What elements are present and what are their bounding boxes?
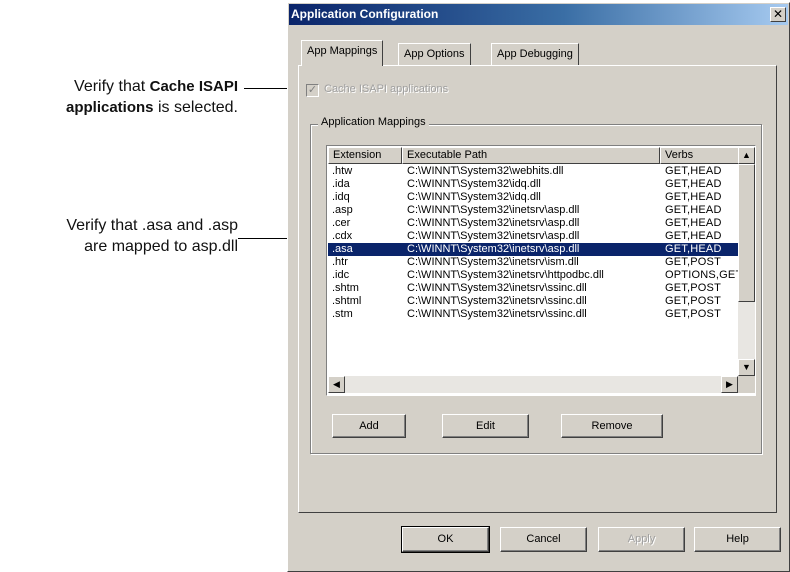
dialog-title: Application Configuration	[291, 7, 439, 21]
table-row[interactable]: .htw C:\WINNT\System32\webhits.dll GET,HEA…	[328, 165, 738, 178]
cell-ext: .shtml	[332, 295, 362, 307]
cell-verbs: GET,POST	[665, 295, 721, 307]
add-button[interactable]: Add	[332, 414, 406, 438]
table-row[interactable]: .cer C:\WINNT\System32\inetsrv\asp.dll GET…	[328, 217, 738, 230]
cell-path: C:\WINNT\System32\inetsrv\asp.dll	[407, 243, 580, 255]
scroll-up-button[interactable]: ▲	[738, 147, 755, 164]
cell-path: C:\WINNT\System32\inetsrv\ssinc.dll	[407, 308, 587, 320]
apply-button[interactable]: Apply	[598, 527, 685, 552]
cell-ext: .idc	[332, 269, 350, 281]
table-row[interactable]: .asp C:\WINNT\System32\inetsrv\asp.dll GET…	[328, 204, 738, 217]
vertical-scroll-thumb[interactable]	[738, 164, 755, 302]
close-icon: ✕	[772, 7, 784, 21]
ok-button[interactable]: OK	[401, 526, 490, 553]
vertical-scrollbar[interactable]: ▲ ▼	[738, 147, 755, 376]
column-header-extension[interactable]: Extension	[328, 147, 402, 164]
cell-ext: .shtm	[332, 282, 359, 294]
cell-path: C:\WINNT\System32\inetsrv\asp.dll	[407, 217, 580, 229]
callout-text: Verify that .asa and .asp	[66, 217, 238, 234]
table-row[interactable]: .idq C:\WINNT\System32\idq.dll GET,HEAD	[328, 191, 738, 204]
cell-verbs: GET,HEAD	[665, 230, 722, 242]
cell-path: C:\WINNT\System32\inetsrv\ssinc.dll	[407, 295, 587, 307]
cell-ext: .htw	[332, 165, 353, 177]
cell-verbs: GET,POST	[665, 256, 721, 268]
list-content: Extension Executable Path Verbs .htw C:\W…	[328, 147, 738, 376]
table-row[interactable]: .htr C:\WINNT\System32\inetsrv\ism.dll GET…	[328, 256, 738, 269]
edit-button[interactable]: Edit	[442, 414, 529, 438]
horizontal-scrollbar[interactable]: ◀ ▶	[328, 376, 738, 393]
scroll-corner	[738, 376, 755, 393]
help-button[interactable]: Help	[694, 527, 781, 552]
cache-callout: Verify that Cache ISAPI applications is …	[0, 76, 238, 118]
cell-verbs: GET,HEAD	[665, 178, 722, 190]
cell-path: C:\WINNT\System32\inetsrv\asp.dll	[407, 204, 580, 216]
application-configuration-dialog: Application Configuration ✕ App Mappings…	[287, 2, 790, 572]
callout-text: are mapped to asp.dll	[84, 238, 238, 255]
cache-isapi-checkbox[interactable]: ✓	[306, 84, 319, 97]
tab-app-debugging[interactable]: App Debugging	[491, 43, 579, 65]
cell-path: C:\WINNT\System32\webhits.dll	[407, 165, 564, 177]
cell-ext: .asp	[332, 204, 353, 216]
cell-ext: .stm	[332, 308, 353, 320]
arrow-down-icon: ▼	[742, 362, 751, 372]
cell-verbs: GET,HEAD	[665, 217, 722, 229]
cell-path: C:\WINNT\System32\inetsrv\ssinc.dll	[407, 282, 587, 294]
cell-ext: .cdx	[332, 230, 353, 242]
cell-verbs: GET,HEAD	[665, 204, 722, 216]
cache-isapi-label: Cache ISAPI applications	[324, 83, 449, 95]
tab-app-options[interactable]: App Options	[398, 43, 471, 65]
cell-verbs: OPTIONS,GET	[665, 269, 738, 281]
tab-app-mappings[interactable]: App Mappings	[301, 40, 384, 66]
column-header-executable-path[interactable]: Executable Path	[402, 147, 660, 164]
mapping-callout: Verify that .asa and .asp are mapped to …	[0, 215, 238, 257]
arrow-up-icon: ▲	[742, 150, 751, 160]
table-row[interactable]: .cdx C:\WINNT\System32\inetsrv\asp.dll GET…	[328, 230, 738, 243]
table-row[interactable]: .shtml C:\WINNT\System32\inetsrv\ssinc.dl…	[328, 295, 738, 308]
cell-verbs: GET,HEAD	[665, 165, 722, 177]
cell-path: C:\WINNT\System32\inetsrv\ism.dll	[407, 256, 579, 268]
application-mappings-list[interactable]: Extension Executable Path Verbs .htw C:\W…	[326, 145, 756, 396]
callout-text: Verify that	[74, 78, 150, 95]
table-row[interactable]: .idc C:\WINNT\System32\inetsrv\httpodbc.d…	[328, 269, 738, 282]
column-header-verbs[interactable]: Verbs	[660, 147, 738, 164]
cell-path: C:\WINNT\System32\inetsrv\httpodbc.dll	[407, 269, 604, 281]
remove-button[interactable]: Remove	[561, 414, 663, 438]
callout-text: is selected.	[153, 99, 238, 116]
callout-bold-text: applications	[65, 99, 154, 116]
arrow-left-icon: ◀	[333, 379, 340, 389]
cell-ext: .ida	[332, 178, 350, 190]
cell-verbs: GET,POST	[665, 282, 721, 294]
cell-ext: .cer	[332, 217, 351, 229]
table-row[interactable]: .ida C:\WINNT\System32\idq.dll GET,HEAD	[328, 178, 738, 191]
arrow-right-icon: ▶	[726, 379, 733, 389]
checkmark-icon: ✓	[307, 84, 318, 96]
title-bar[interactable]: Application Configuration ✕	[289, 4, 788, 25]
cell-ext: .asa	[332, 243, 353, 255]
cell-path: C:\WINNT\System32\inetsrv\asp.dll	[407, 230, 580, 242]
cell-ext: .htr	[332, 256, 348, 268]
scroll-down-button[interactable]: ▼	[738, 359, 755, 376]
scroll-right-button[interactable]: ▶	[721, 376, 738, 393]
table-row[interactable]: .asa C:\WINNT\System32\inetsrv\asp.dll GET…	[328, 243, 738, 256]
cell-verbs: GET,HEAD	[665, 191, 722, 203]
table-row[interactable]: .shtm C:\WINNT\System32\inetsrv\ssinc.dll…	[328, 282, 738, 295]
table-row[interactable]: .stm C:\WINNT\System32\inetsrv\ssinc.dll G…	[328, 308, 738, 321]
close-button[interactable]: ✕	[770, 7, 786, 22]
cell-path: C:\WINNT\System32\idq.dll	[407, 178, 541, 190]
cancel-button[interactable]: Cancel	[500, 527, 587, 552]
callout-bold-text: Cache ISAPI	[149, 78, 238, 95]
application-mappings-group-title: Application Mappings	[318, 116, 429, 128]
cell-ext: .idq	[332, 191, 350, 203]
cell-verbs: GET,POST	[665, 308, 721, 320]
cell-verbs: GET,HEAD	[665, 243, 722, 255]
scroll-left-button[interactable]: ◀	[328, 376, 345, 393]
cell-path: C:\WINNT\System32\idq.dll	[407, 191, 541, 203]
